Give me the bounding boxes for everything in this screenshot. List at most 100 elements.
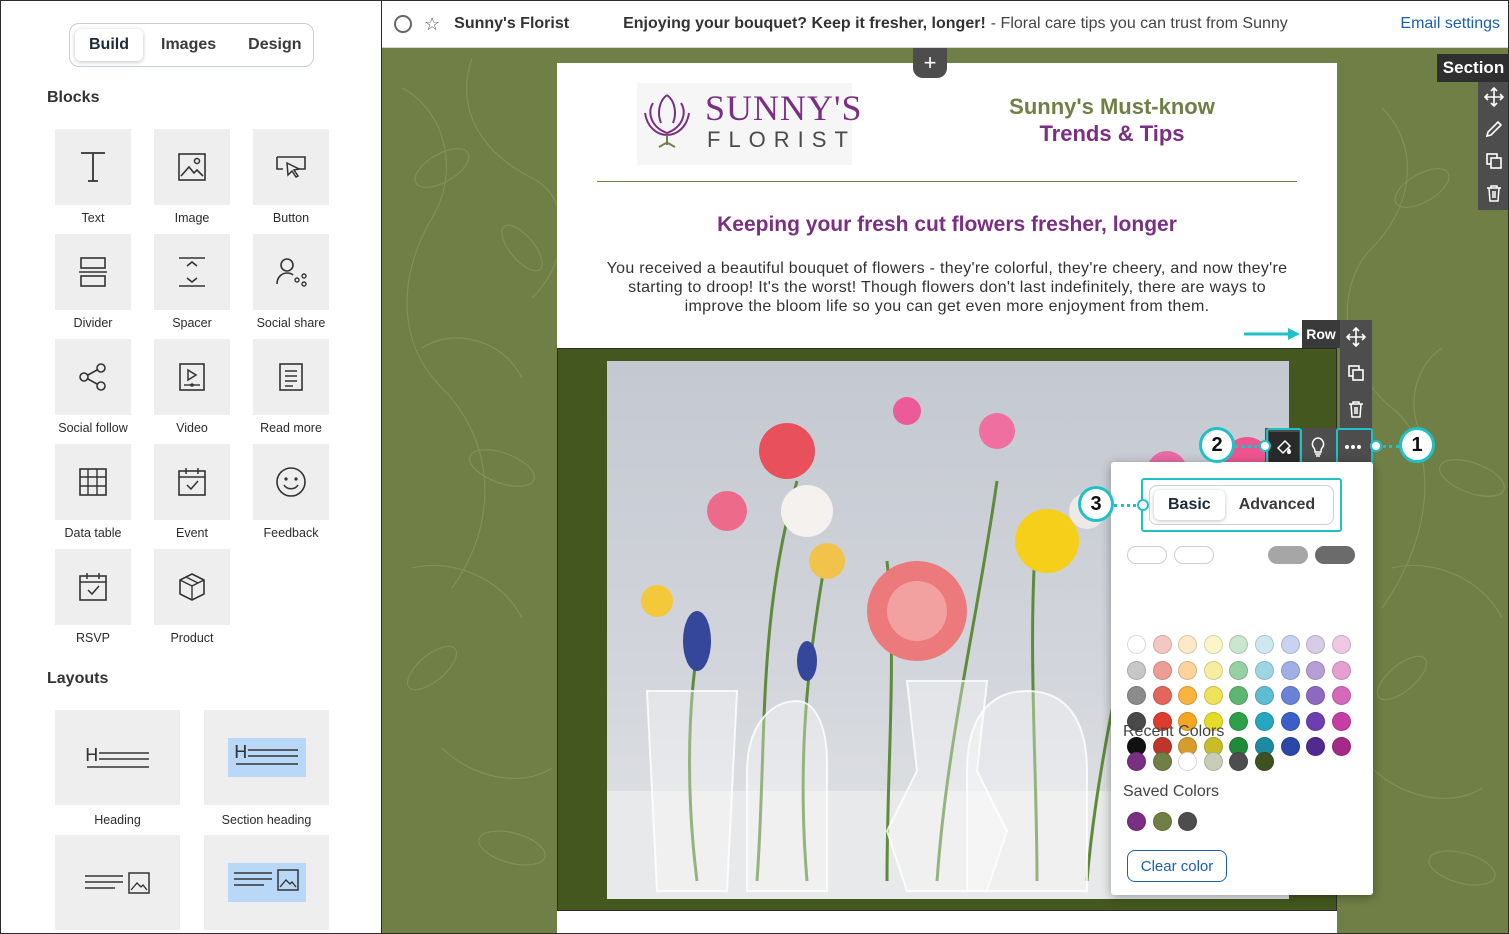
color-swatch[interactable] [1178,686,1198,706]
color-swatch[interactable] [1127,660,1146,680]
color-swatch[interactable] [1280,686,1300,706]
block-divider[interactable]: Divider [55,234,131,330]
block-social-share[interactable]: Social share [253,234,329,330]
layout-text-image[interactable] [55,835,180,930]
color-swatch[interactable] [1306,686,1326,706]
section-heading-layout-icon: H [234,742,298,765]
color-swatch[interactable] [1331,737,1351,757]
pill-swatch-5[interactable] [1315,546,1355,564]
block-read-more[interactable]: Read more [253,339,329,435]
highlight-background-color [1266,428,1302,465]
tab-build[interactable]: Build [75,29,143,61]
tab-advanced[interactable]: Advanced [1225,490,1329,520]
color-swatch[interactable] [1331,635,1351,654]
block-button[interactable]: Button [253,129,329,225]
color-swatch[interactable] [1280,660,1300,680]
row-duplicate-icon[interactable] [1340,358,1372,388]
color-swatch[interactable] [1306,711,1326,731]
article-body[interactable]: You received a beautiful bouquet of flow… [597,259,1297,316]
select-radio[interactable] [394,15,412,33]
edit-icon[interactable] [1478,114,1508,144]
block-social-follow[interactable]: Social follow [55,339,131,435]
block-video[interactable]: Video [154,339,230,435]
article-heading[interactable]: Keeping your fresh cut flowers fresher, … [557,213,1337,237]
pill-swatch-3[interactable] [1221,546,1261,564]
button-icon [276,156,306,178]
data-table-icon [79,468,107,496]
color-swatch[interactable] [1152,660,1172,680]
clear-color-button[interactable]: Clear color [1127,850,1227,882]
color-mode-tabs: Basic Advanced [1149,485,1334,525]
saved-swatch[interactable] [1152,812,1172,831]
pill-swatch-1[interactable] [1127,546,1167,564]
color-swatch[interactable] [1178,660,1198,680]
color-swatch[interactable] [1152,635,1172,654]
color-swatch[interactable] [1255,686,1274,706]
recent-swatch[interactable] [1229,752,1249,771]
color-swatch[interactable] [1127,635,1146,654]
image-icon [178,153,206,181]
saved-swatch[interactable] [1127,812,1146,831]
color-swatch[interactable] [1331,686,1351,706]
block-data-table[interactable]: Data table [55,444,131,540]
lightbulb-icon[interactable] [1302,432,1334,462]
color-swatch[interactable] [1280,737,1300,757]
pill-swatch-2[interactable] [1174,546,1214,564]
color-picker-popup: Basic Advanced Recent Colors Saved Color… [1111,462,1373,895]
layout-section-heading[interactable]: H Section heading [204,710,329,827]
color-swatch[interactable] [1203,660,1223,680]
delete-icon[interactable] [1478,178,1508,208]
tab-basic[interactable]: Basic [1154,490,1225,520]
recent-swatch[interactable] [1152,752,1172,771]
block-image[interactable]: Image [154,129,230,225]
color-swatch[interactable] [1280,635,1300,654]
color-swatch[interactable] [1229,660,1249,680]
row-delete-icon[interactable] [1340,394,1372,424]
block-rsvp[interactable]: RSVP [55,549,131,645]
color-swatch[interactable] [1255,635,1274,654]
email-settings-link[interactable]: Email settings [1400,15,1500,33]
layout-label: Section heading [221,813,312,827]
duplicate-icon[interactable] [1478,146,1508,176]
color-swatch[interactable] [1306,660,1326,680]
add-section-button[interactable]: + [913,48,947,78]
color-swatch[interactable] [1331,711,1351,731]
tab-design[interactable]: Design [234,29,315,61]
color-swatch[interactable] [1127,686,1146,706]
color-swatch[interactable] [1255,711,1274,731]
recent-swatch[interactable] [1203,752,1223,771]
recent-swatch[interactable] [1255,752,1274,771]
color-swatch[interactable] [1306,635,1326,654]
row-move-icon[interactable] [1340,322,1372,352]
move-icon[interactable] [1478,82,1508,112]
block-text[interactable]: Text [55,129,131,225]
tab-images[interactable]: Images [147,29,230,61]
block-spacer[interactable]: Spacer [154,234,230,330]
color-swatch[interactable] [1280,711,1300,731]
text-image-layout-icon [84,871,150,894]
block-label: Social share [256,316,326,330]
recent-swatch[interactable] [1127,752,1146,771]
color-swatch[interactable] [1203,635,1223,654]
color-swatch[interactable] [1331,660,1351,680]
layout-section-text-image[interactable] [204,835,329,930]
color-swatch[interactable] [1229,711,1249,731]
block-feedback[interactable]: Feedback [253,444,329,540]
color-swatch[interactable] [1152,686,1172,706]
color-swatch[interactable] [1178,635,1198,654]
color-swatch[interactable] [1306,737,1326,757]
block-product[interactable]: Product [154,549,230,645]
social-follow-icon [79,363,106,391]
recent-swatch[interactable] [1178,752,1198,771]
color-swatch[interactable] [1229,635,1249,654]
star-icon[interactable]: ☆ [424,14,440,35]
product-icon [179,573,205,601]
color-swatch[interactable] [1229,686,1249,706]
color-swatch[interactable] [1203,686,1223,706]
block-event[interactable]: Event [154,444,230,540]
layout-heading[interactable]: H Heading [55,710,180,827]
color-swatch[interactable] [1255,660,1274,680]
read-more-icon [279,363,303,391]
saved-swatch[interactable] [1178,812,1198,831]
pill-swatch-4[interactable] [1268,546,1308,564]
